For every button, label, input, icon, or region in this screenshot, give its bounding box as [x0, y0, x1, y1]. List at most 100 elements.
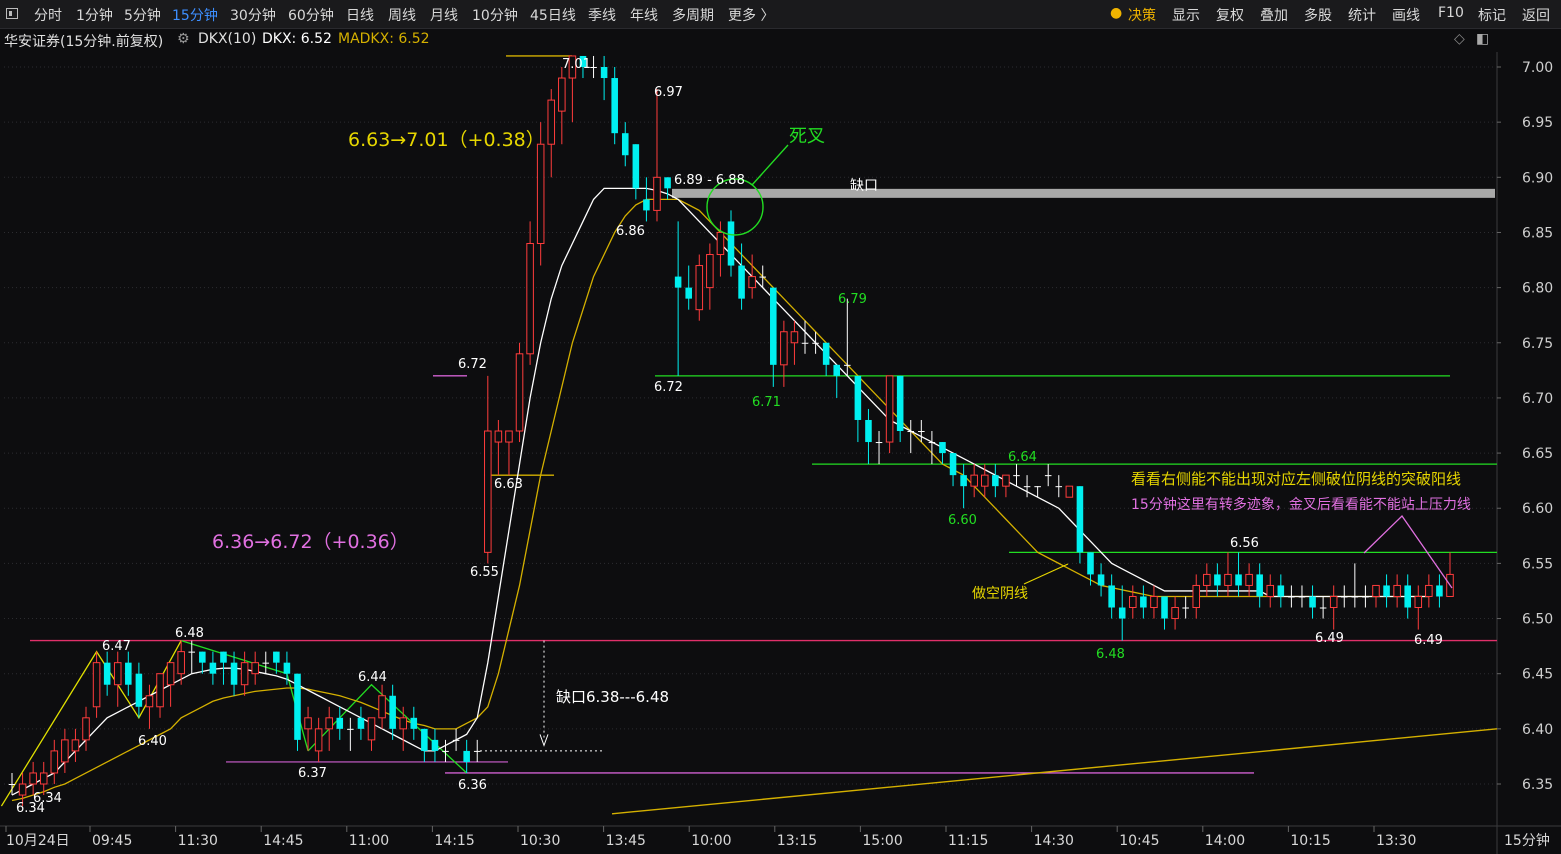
candle-body — [1414, 595, 1423, 609]
candle-body — [1097, 574, 1105, 586]
candle-body — [1044, 475, 1052, 477]
candle-body — [939, 442, 946, 454]
price-label: 6.44 — [358, 670, 387, 685]
candle-body — [1425, 584, 1433, 597]
candle-body — [251, 662, 259, 675]
candle-body — [1266, 584, 1275, 597]
y-tick-label: 6.40 — [1522, 722, 1553, 738]
candle-body — [970, 474, 978, 487]
x-tick-label: 11:15 — [948, 833, 988, 849]
price-label: 6.56 — [1230, 536, 1259, 551]
candle-body — [664, 177, 671, 189]
candle-body — [125, 662, 132, 685]
gap-label: 缺口 — [850, 178, 878, 194]
candle-body — [928, 442, 936, 444]
candle-body — [1436, 585, 1443, 597]
candle-body — [273, 651, 280, 663]
period-label: 15分钟 — [1504, 832, 1550, 849]
candle-body — [547, 99, 556, 145]
candle-body — [1203, 573, 1211, 586]
candle-body — [1087, 552, 1094, 575]
candle-body — [674, 276, 682, 288]
candle-body — [166, 662, 175, 686]
candle-body — [727, 221, 735, 266]
candle-body — [39, 772, 48, 785]
rise-annotation-2: 6.36→6.72（+0.36） — [212, 531, 409, 553]
y-tick-label: 6.70 — [1522, 391, 1553, 407]
candle-body — [113, 662, 122, 686]
candle-body — [885, 375, 894, 443]
candle-body — [1002, 474, 1010, 487]
candle-body — [1076, 486, 1084, 553]
gap-band — [672, 188, 1495, 198]
candle-body — [759, 276, 766, 278]
price-label: 6.79 — [838, 292, 867, 307]
price-label-low: 6.34 — [16, 801, 45, 816]
candle-body — [854, 375, 862, 420]
gap-range-label: 缺口6.38---6.48 — [556, 688, 669, 706]
candle-body — [812, 342, 819, 344]
candle-body — [1245, 573, 1253, 586]
y-tick-label: 6.80 — [1522, 281, 1553, 297]
candle-body — [421, 728, 428, 751]
candle-body — [135, 673, 143, 707]
x-tick-label: 10:45 — [1119, 833, 1159, 849]
candle-body — [685, 287, 692, 299]
candle-body — [695, 265, 704, 311]
candle-body — [1277, 585, 1285, 597]
candle-body — [71, 739, 80, 752]
y-tick-label: 6.35 — [1522, 777, 1553, 793]
candle-body — [526, 242, 534, 355]
x-tick-label: 14:00 — [1205, 833, 1245, 849]
candle-body — [1034, 486, 1041, 488]
candle-body — [336, 717, 344, 729]
price-label: 6.64 — [1008, 450, 1037, 465]
note-breakout: 看看右侧能不能出现对应左侧破位阴线的突破阳线 — [1131, 470, 1461, 488]
candle-body — [1340, 596, 1348, 598]
candle-body — [1129, 595, 1137, 609]
candle-body — [1118, 607, 1126, 619]
y-tick-label: 6.90 — [1522, 170, 1553, 186]
candle-body — [473, 750, 481, 752]
candle-body — [590, 67, 597, 68]
candle-body — [1182, 607, 1189, 609]
candle-body — [188, 651, 196, 653]
candle-body — [875, 442, 883, 444]
candle-body — [611, 78, 618, 134]
candle-body — [822, 342, 830, 365]
y-tick-label: 6.45 — [1522, 667, 1553, 683]
price-label: 6.49 — [1414, 633, 1443, 648]
candle-body — [801, 342, 809, 344]
y-tick-label: 6.65 — [1522, 446, 1553, 462]
price-label: 6.37 — [298, 766, 327, 781]
x-tick-label: 13:15 — [777, 833, 817, 849]
candle-body — [325, 717, 333, 730]
candle-body — [632, 144, 640, 189]
candle-body — [18, 783, 27, 796]
death-cross-label: 死叉 — [789, 126, 825, 147]
candle-body — [452, 739, 460, 741]
price-label: 6.71 — [752, 395, 781, 410]
candle-body — [833, 364, 841, 376]
x-tick-label: 10:00 — [691, 833, 731, 849]
candle-body — [199, 651, 206, 663]
candle-body — [1023, 486, 1031, 488]
note-golden-cross: 15分钟这里有转多迹象，金叉后看看能不能站上压力线 — [1131, 496, 1471, 513]
x-tick-label: 09:45 — [92, 833, 132, 849]
candle-body — [262, 662, 270, 664]
candle-body — [980, 474, 989, 487]
candle-body — [558, 77, 566, 112]
candle-body — [230, 662, 238, 685]
y-tick-label: 6.85 — [1522, 225, 1553, 241]
short-candle-label: 做空阴线 — [972, 586, 1028, 602]
x-tick-label: 11:00 — [349, 833, 389, 849]
x-tick-label: 13:30 — [1376, 833, 1416, 849]
candle-body — [1404, 585, 1411, 608]
candle-body — [304, 717, 312, 730]
candle-body — [1192, 584, 1201, 609]
candle-body — [621, 133, 629, 156]
candle-body — [103, 662, 111, 685]
y-tick-label: 7.00 — [1522, 60, 1553, 76]
x-tick-label: 10:15 — [1290, 833, 1330, 849]
candle-body — [463, 750, 470, 762]
